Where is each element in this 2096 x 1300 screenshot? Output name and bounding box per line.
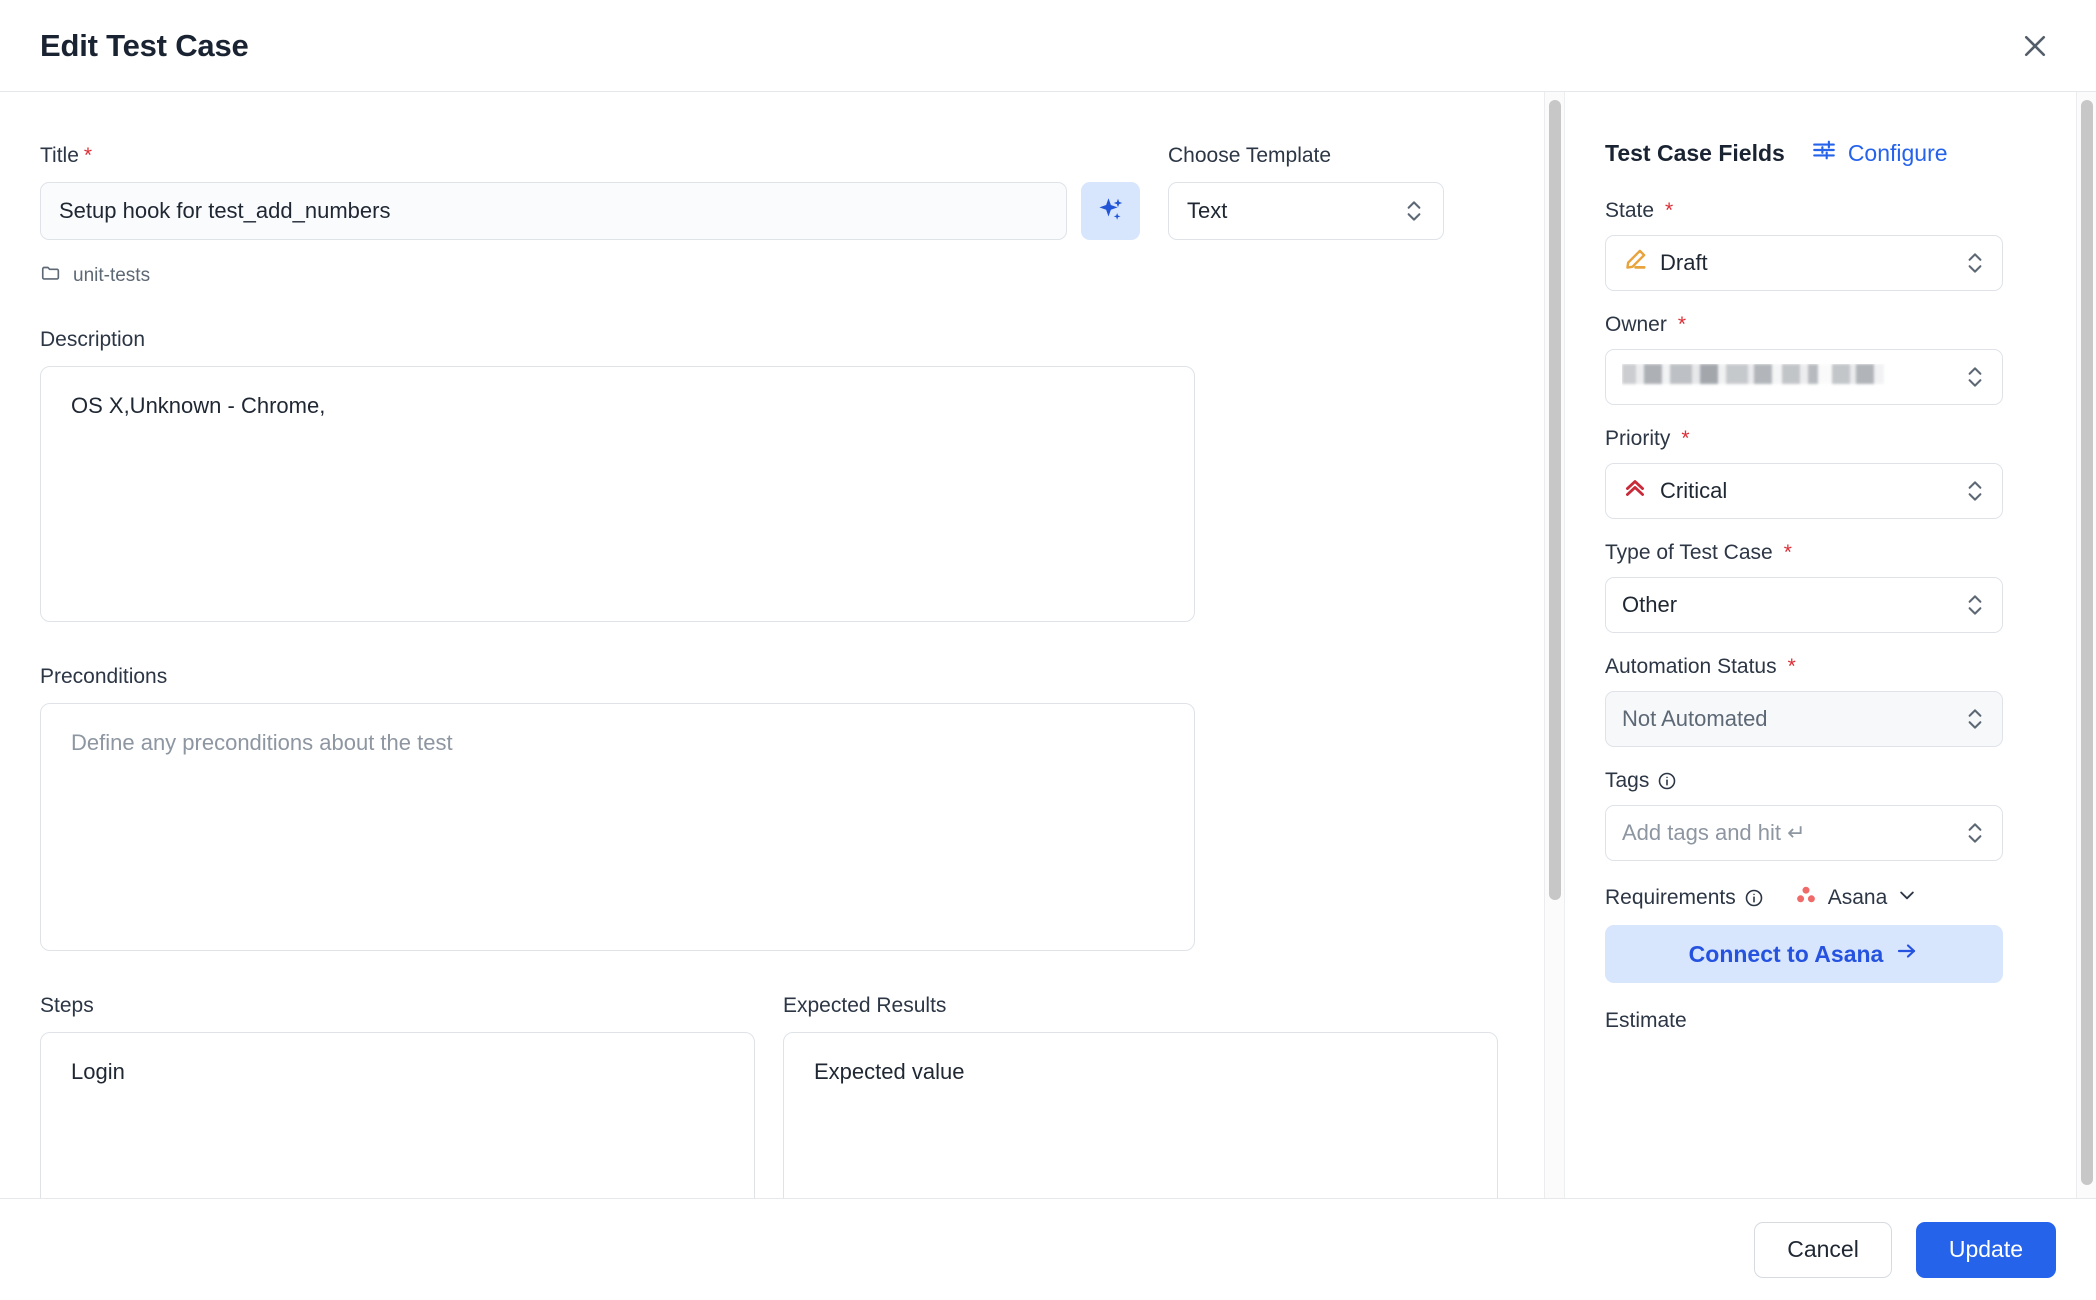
chevron-up-down-icon	[1403, 197, 1425, 225]
info-circle-icon[interactable]	[1657, 771, 1677, 791]
chevron-up-down-icon	[1964, 477, 1986, 505]
template-select[interactable]: Text	[1168, 182, 1444, 240]
state-label: State*	[1605, 199, 2056, 223]
arrow-right-icon	[1895, 939, 1919, 969]
priority-label: Priority*	[1605, 427, 2056, 451]
folder-name: unit-tests	[73, 265, 150, 287]
field-type-of-test-case: Type of Test Case* Other	[1605, 541, 2056, 633]
type-of-test-case-label: Type of Test Case*	[1605, 541, 2056, 565]
preconditions-textarea[interactable]	[40, 703, 1195, 951]
chevron-up-down-icon	[1964, 705, 1986, 733]
chevron-down-icon	[1897, 885, 1917, 911]
title-label: Title*	[40, 144, 1140, 168]
modal-header: Edit Test Case	[0, 0, 2096, 92]
steps-expected-row: Steps Login Expected Results Expected va…	[40, 994, 1524, 1198]
fields-heading: Test Case Fields	[1605, 140, 1785, 167]
main-form-pane: Title*	[0, 92, 1565, 1198]
configure-button[interactable]: Configure	[1811, 137, 1948, 169]
field-tags: Tags Add tags and hit ↵	[1605, 769, 2056, 861]
fields-header: Test Case Fields Configure	[1605, 137, 2056, 169]
page-title: Edit Test Case	[40, 28, 249, 64]
steps-label: Steps	[40, 994, 755, 1018]
modal-footer: Cancel Update	[0, 1198, 2096, 1300]
asana-dots-icon	[1794, 883, 1818, 913]
fields-pane-scrollbar-thumb[interactable]	[2081, 100, 2093, 1185]
tags-placeholder: Add tags and hit ↵	[1622, 820, 1952, 846]
description-label: Description	[40, 328, 1524, 352]
requirements-label: Requirements	[1605, 886, 1736, 910]
title-input-row	[40, 182, 1140, 240]
asana-provider-label: Asana	[1828, 886, 1888, 910]
main-pane-scrollbar-thumb[interactable]	[1549, 100, 1561, 900]
type-of-test-case-select[interactable]: Other	[1605, 577, 2003, 633]
owner-select[interactable]	[1605, 349, 2003, 405]
folder-breadcrumb: unit-tests	[40, 262, 1140, 290]
field-owner: Owner*	[1605, 313, 2056, 405]
test-case-fields-pane: Test Case Fields Configure	[1565, 92, 2096, 1198]
expected-results-block: Expected Results Expected value	[783, 994, 1498, 1198]
automation-status-select[interactable]: Not Automated	[1605, 691, 2003, 747]
close-icon	[2020, 31, 2050, 61]
field-state: State* Draft	[1605, 199, 2056, 291]
preconditions-label: Preconditions	[40, 665, 1524, 689]
description-block: Description OS X,Unknown - Chrome,	[40, 328, 1524, 627]
estimate-label: Estimate	[1605, 1009, 2056, 1033]
connect-to-asana-button[interactable]: Connect to Asana	[1605, 925, 2003, 983]
owner-select-value-redacted	[1622, 364, 1952, 390]
pencil-draft-icon	[1622, 247, 1648, 279]
sparkle-icon	[1096, 195, 1126, 228]
description-textarea[interactable]: OS X,Unknown - Chrome,	[40, 366, 1195, 622]
tags-label: Tags	[1605, 769, 2056, 793]
cancel-button[interactable]: Cancel	[1754, 1222, 1892, 1278]
folder-icon	[40, 262, 62, 290]
field-automation-status: Automation Status* Not Automated	[1605, 655, 2056, 747]
choose-template-label: Choose Template	[1168, 144, 1444, 168]
update-button[interactable]: Update	[1916, 1222, 2056, 1278]
priority-select[interactable]: Critical	[1605, 463, 2003, 519]
fields-pane-scrollbar[interactable]	[2076, 92, 2096, 1198]
title-template-row: Title*	[40, 144, 1524, 290]
template-column: Choose Template Text	[1168, 144, 1444, 240]
state-select-value: Draft	[1660, 250, 1952, 276]
configure-label: Configure	[1848, 140, 1948, 167]
required-asterisk: *	[1681, 427, 1689, 451]
required-asterisk: *	[1678, 313, 1686, 337]
asana-provider-dropdown[interactable]: Asana	[1794, 883, 1918, 913]
chevron-up-down-icon	[1964, 819, 1986, 847]
double-chevron-up-icon	[1622, 475, 1648, 507]
requirements-label-group: Requirements	[1605, 886, 1764, 910]
required-asterisk: *	[1665, 199, 1673, 223]
chevron-up-down-icon	[1964, 363, 1986, 391]
edit-test-case-modal: Edit Test Case Title*	[0, 0, 2096, 1300]
priority-select-value: Critical	[1660, 478, 1952, 504]
required-asterisk: *	[1788, 655, 1796, 679]
automation-status-value: Not Automated	[1622, 706, 1952, 732]
tune-sliders-icon	[1811, 137, 1837, 169]
title-column: Title*	[40, 144, 1140, 290]
template-select-value: Text	[1187, 198, 1403, 224]
requirements-header-row: Requirements	[1605, 883, 2056, 913]
title-input[interactable]	[40, 182, 1067, 240]
required-asterisk: *	[84, 144, 92, 168]
type-of-test-case-value: Other	[1622, 592, 1952, 618]
steps-block: Steps Login	[40, 994, 755, 1198]
state-select[interactable]: Draft	[1605, 235, 2003, 291]
tags-input[interactable]: Add tags and hit ↵	[1605, 805, 2003, 861]
steps-textarea[interactable]: Login	[40, 1032, 755, 1198]
info-circle-icon[interactable]	[1744, 888, 1764, 908]
chevron-up-down-icon	[1964, 249, 1986, 277]
main-pane-scrollbar[interactable]	[1544, 92, 1564, 1198]
expected-results-label: Expected Results	[783, 994, 1498, 1018]
connect-to-asana-label: Connect to Asana	[1689, 941, 1884, 968]
chevron-up-down-icon	[1964, 591, 1986, 619]
preconditions-block: Preconditions	[40, 665, 1524, 956]
close-button[interactable]	[2014, 25, 2056, 67]
required-asterisk: *	[1784, 541, 1792, 565]
field-priority: Priority* Critical	[1605, 427, 2056, 519]
modal-body: Title*	[0, 92, 2096, 1198]
automation-status-label: Automation Status*	[1605, 655, 2056, 679]
ai-generate-button[interactable]	[1081, 182, 1140, 240]
owner-label: Owner*	[1605, 313, 2056, 337]
expected-results-textarea[interactable]: Expected value	[783, 1032, 1498, 1198]
